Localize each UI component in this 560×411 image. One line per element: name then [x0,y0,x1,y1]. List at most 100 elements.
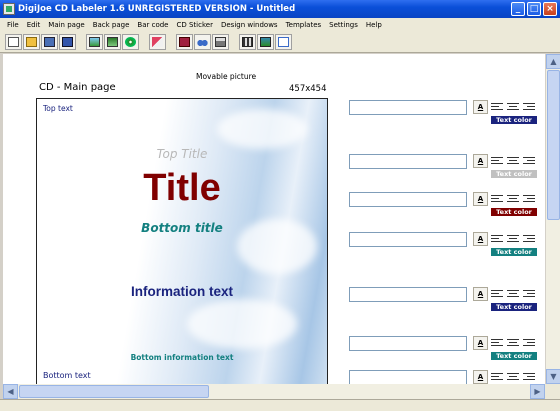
cd-icon [125,36,136,47]
save-icon [44,36,55,47]
menu-templates[interactable]: Templates [282,21,326,29]
align-left-icon[interactable] [491,288,503,300]
bottom-text-input[interactable] [349,370,467,384]
menu-help[interactable]: Help [362,21,386,29]
text-color-button[interactable]: Text color [491,303,537,311]
font-button[interactable]: A [473,100,488,114]
page-name-label: CD - Main page [39,82,116,93]
align-left-icon[interactable] [491,371,503,383]
print-preview-button[interactable] [275,33,292,50]
save-button[interactable] [41,33,58,50]
title-bar: DigiJoe CD Labeler 1.6 UNREGISTERED VERS… [0,0,560,18]
menu-bar: File Edit Main page Back page Bar code C… [0,18,560,31]
top-title-row: A Text color [349,154,539,178]
eraser-icon [152,36,163,47]
cd-button[interactable] [122,33,139,50]
binoculars-button[interactable] [194,33,211,50]
scroll-up-button[interactable]: ▲ [546,54,560,69]
window-title: DigiJoe CD Labeler 1.6 UNREGISTERED VERS… [18,4,296,14]
open-button[interactable] [23,33,40,50]
picture-button[interactable] [86,33,103,50]
printer-button[interactable] [212,33,229,50]
scan-button[interactable] [104,33,121,50]
information-text-input[interactable] [349,287,467,302]
title-input[interactable] [349,192,467,207]
menu-design-windows[interactable]: Design windows [217,21,282,29]
align-right-icon[interactable] [523,233,535,245]
font-button[interactable]: A [473,154,488,168]
text-color-button[interactable]: Text color [491,352,537,360]
top-title[interactable]: Top Title [37,147,327,161]
align-center-icon[interactable] [507,233,519,245]
align-center-icon[interactable] [507,155,519,167]
status-bar [0,399,560,411]
menu-edit[interactable]: Edit [23,21,45,29]
bottom-text[interactable]: Bottom text [43,371,91,380]
top-text-row: A Text color [349,100,539,124]
information-text[interactable]: Information text [37,284,327,299]
image-frame-icon [260,36,271,47]
align-right-icon[interactable] [523,155,535,167]
font-button[interactable]: A [473,370,488,384]
align-right-icon[interactable] [523,288,535,300]
align-left-icon[interactable] [491,193,503,205]
bottom-information-text-input[interactable] [349,336,467,351]
align-right-icon[interactable] [523,193,535,205]
align-center-icon[interactable] [507,288,519,300]
menu-file[interactable]: File [3,21,23,29]
align-right-icon[interactable] [523,371,535,383]
scrollbar-corner [545,384,560,399]
align-left-icon[interactable] [491,101,503,113]
minimize-button[interactable]: _ [511,2,525,16]
align-left-icon[interactable] [491,155,503,167]
font-button[interactable]: A [473,287,488,301]
align-right-icon[interactable] [523,337,535,349]
menu-main-page[interactable]: Main page [44,21,88,29]
scroll-left-button[interactable]: ◀ [3,384,18,399]
menu-cd-sticker[interactable]: CD Sticker [172,21,216,29]
bottom-title-input[interactable] [349,232,467,247]
align-right-icon[interactable] [523,101,535,113]
font-button[interactable]: A [473,336,488,350]
align-center-icon[interactable] [507,337,519,349]
text-color-button[interactable]: Text color [491,116,537,124]
menu-bar-code[interactable]: Bar code [133,21,172,29]
align-center-icon[interactable] [507,193,519,205]
eraser-button[interactable] [149,33,166,50]
image-frame-button[interactable] [257,33,274,50]
scan-icon [107,36,118,47]
cd-label-preview[interactable]: Top text Top Title Title Bottom title In… [36,98,328,384]
top-text[interactable]: Top text [43,104,73,113]
information-text-row: A Text color [349,287,539,311]
book-icon [179,36,190,47]
new-button[interactable] [5,33,22,50]
vertical-scroll-thumb[interactable] [547,70,560,220]
font-button[interactable]: A [473,232,488,246]
scroll-right-button[interactable]: ▶ [530,384,545,399]
text-color-button[interactable]: Text color [491,170,537,178]
vertical-scrollbar[interactable]: ▲ ▼ [545,54,560,384]
font-button[interactable]: A [473,192,488,206]
top-text-input[interactable] [349,100,467,115]
book-button[interactable] [176,33,193,50]
horizontal-scrollbar[interactable]: ◀ ▶ [3,384,545,399]
text-color-button[interactable]: Text color [491,208,537,216]
maximize-button[interactable]: □ [527,2,541,16]
align-center-icon[interactable] [507,371,519,383]
close-button[interactable]: × [543,2,557,16]
align-left-icon[interactable] [491,337,503,349]
top-title-input[interactable] [349,154,467,169]
film-button[interactable] [239,33,256,50]
horizontal-scroll-thumb[interactable] [19,385,209,398]
title[interactable]: Title [37,167,327,210]
bottom-information-text[interactable]: Bottom information text [37,353,327,362]
bottom-title[interactable]: Bottom title [37,221,327,235]
text-color-button[interactable]: Text color [491,248,537,256]
movable-picture-label[interactable]: Movable picture [196,72,256,81]
save-as-button[interactable] [59,33,76,50]
scroll-down-button[interactable]: ▼ [546,369,560,384]
align-left-icon[interactable] [491,233,503,245]
align-center-icon[interactable] [507,101,519,113]
menu-back-page[interactable]: Back page [89,21,134,29]
menu-settings[interactable]: Settings [325,21,362,29]
